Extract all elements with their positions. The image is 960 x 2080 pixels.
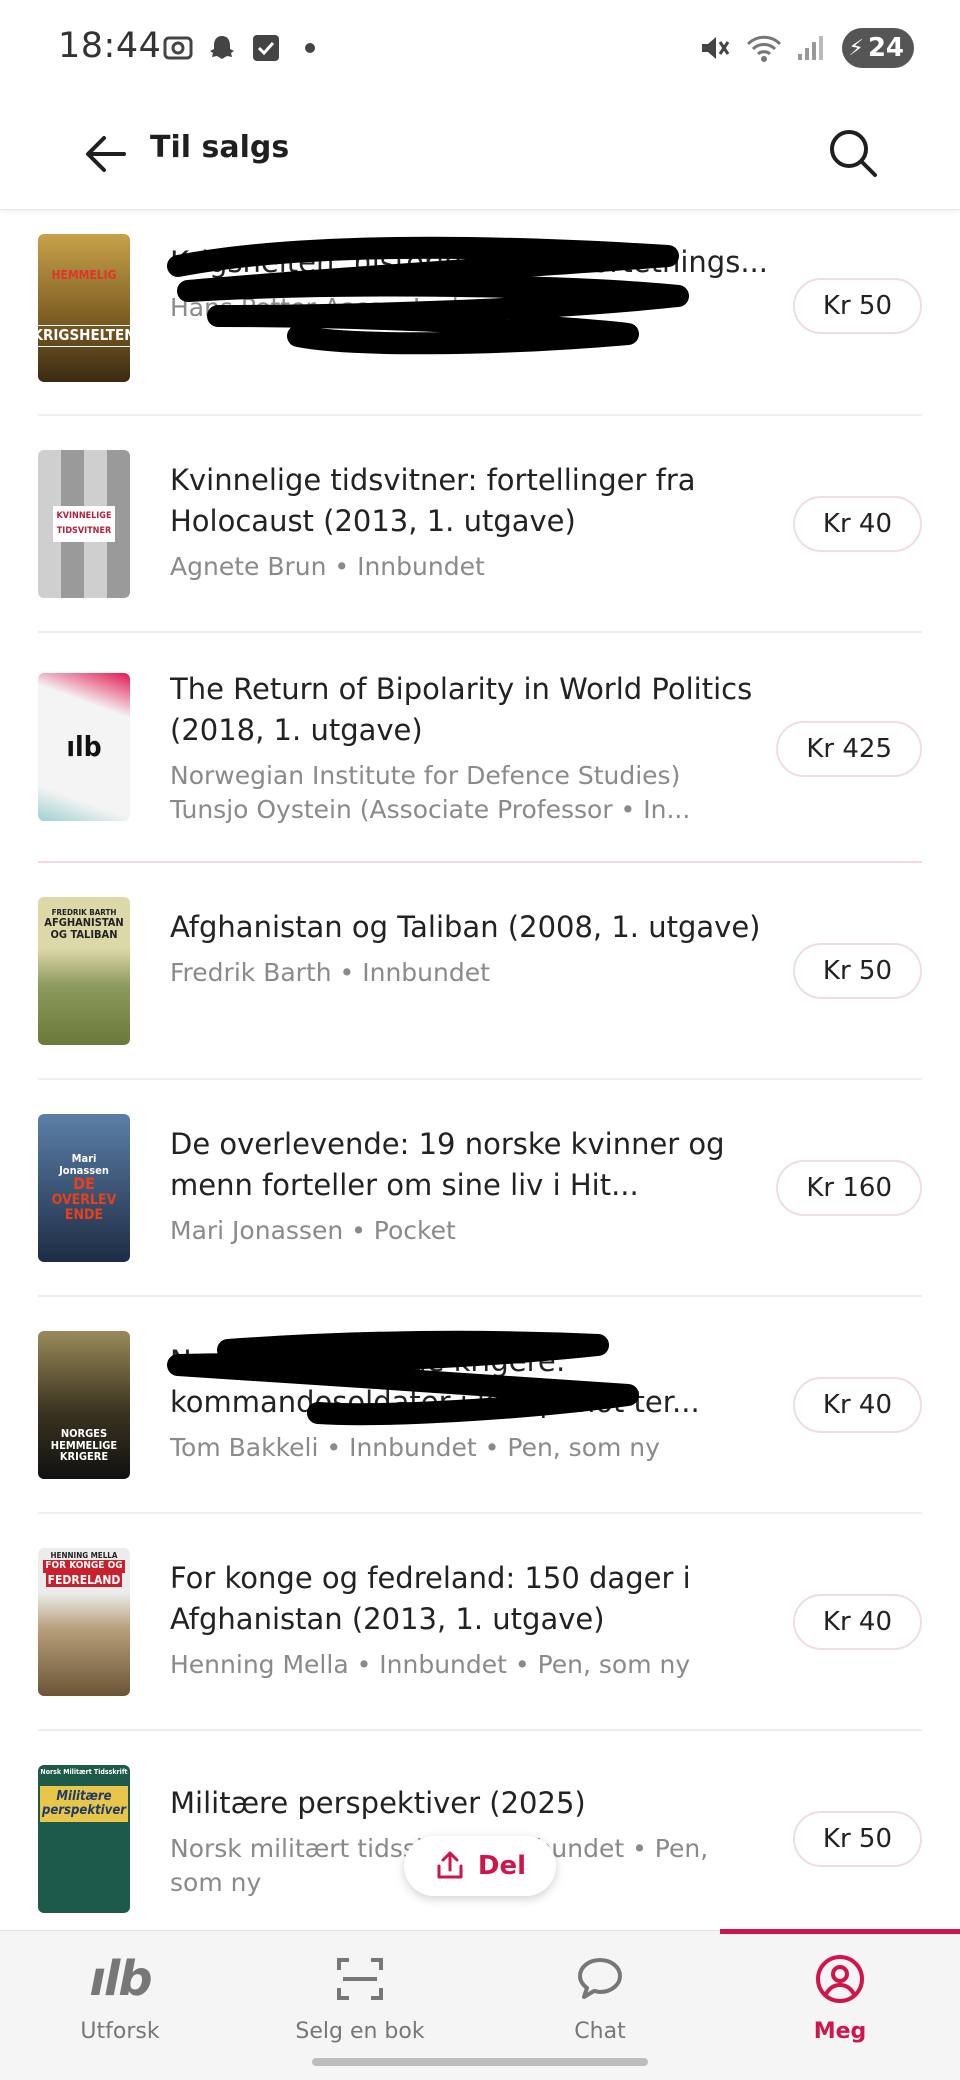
search-icon [830,130,877,177]
book-meta: Agnete Brun • Innbundet [170,552,485,581]
nav-label: Meg [813,2019,867,2044]
wifi-icon [746,32,782,64]
page-title: Til salgs [150,130,290,165]
price-badge[interactable]: Kr 40 [792,1594,922,1650]
cover-text: perspektiver [41,1802,127,1818]
book-meta: Tunsjo Oystein (Associate Professor • In… [170,795,691,824]
list-item[interactable]: FREDRIK BARTH AFGHANISTAN OG TALIBAN Afg… [38,863,922,1080]
list-item[interactable]: NORGES HEMMELIGE KRIGERE Norges hemmelig… [38,1297,922,1514]
cover-text: HENNING MELLA [50,1551,118,1560]
nav-label: Selg en bok [295,2019,425,2044]
checkbox-icon [250,32,282,64]
book-title: Norges hemmelige krigere: kommandosoldat… [170,1344,700,1419]
cover-text: FOR KONGE OG [43,1560,125,1573]
book-cover: FREDRIK BARTH AFGHANISTAN OG TALIBAN [38,897,130,1045]
battery-level: 24 [867,33,904,63]
screenshot-icon [162,32,194,64]
share-button[interactable]: Del [404,1836,556,1896]
signal-icon [794,32,826,64]
cover-text: ENDE [64,1206,104,1223]
list-item[interactable]: HEMMELIG KRIGSHELTEN Krigshelten: histor… [38,214,922,416]
book-cover: HEMMELIG KRIGSHELTEN [38,234,130,382]
book-cover: HENNING MELLA FOR KONGE OG FEDRELAND [38,1548,130,1696]
nav-item-meg[interactable]: Meg [720,1949,960,2059]
price-badge[interactable]: Kr 160 [776,1160,922,1216]
cover-text: TIDSVITNER [52,526,116,543]
book-title: The Return of Bipolarity in World Politi… [170,672,753,747]
status-icons-left [162,32,326,64]
book-title: Krigshelten: historien om ... fortetning… [170,245,768,279]
price-badge[interactable]: Kr 50 [792,278,922,334]
explore-logo-icon: ılb [89,1951,152,2007]
price-badge[interactable]: Kr 50 [792,1811,922,1867]
book-cover: ılb [38,673,130,821]
search-button[interactable] [820,120,886,186]
nav-active-indicator [720,1929,960,1934]
book-meta: Fredrik Barth • Innbundet [170,958,490,987]
book-title: Afghanistan og Taliban (2008, 1. utgave) [170,910,761,944]
price-badge[interactable]: Kr 40 [792,496,922,552]
cover-text: FEDRELAND [45,1572,123,1588]
nav-item-selg[interactable]: Selg en bok [240,1949,480,2059]
arrow-left-icon [86,136,126,172]
book-meta: Mari Jonassen • Pocket [170,1216,456,1245]
nav-label: Utforsk [80,2019,160,2044]
price-badge[interactable]: Kr 50 [792,943,922,999]
profile-icon [816,1955,864,2003]
share-icon [437,1851,463,1879]
bottom-nav: ılb Utforsk Selg en bok Chat Meg [0,1929,960,2080]
list-item[interactable]: KVINNELIGE TIDSVITNER Kvinnelige tidsvit… [38,416,922,633]
status-time: 18:44 [58,26,162,66]
book-meta: Tom Bakkeli • Innbundet • Pen, som ny [170,1433,660,1462]
book-title: Kvinnelige tidsvitner: fortellinger fra … [170,463,696,538]
price-badge[interactable]: Kr 40 [792,1377,922,1433]
cover-text: OG TALIBAN [50,927,118,941]
cover-text: Norsk Militært Tidsskrift [40,1768,128,1776]
scan-icon [337,1958,383,2000]
book-cover: NORGES HEMMELIGE KRIGERE [38,1331,130,1479]
book-meta: Hans Petter Aass • Innbundet [170,293,541,322]
book-meta: Norwegian Institute for Defence Studies) [170,761,681,790]
battery-icon: ⚡ 24 [842,28,914,68]
book-list: HEMMELIG KRIGSHELTEN Krigshelten: histor… [0,214,960,1948]
book-cover: KVINNELIGE TIDSVITNER [38,450,130,598]
mute-icon [698,32,730,64]
cover-text: KRIGSHELTEN [38,325,130,348]
book-cover: Norsk Militært Tidsskrift Militære persp… [38,1765,130,1913]
gesture-bar[interactable] [312,2058,648,2066]
status-bar: 18:44 ⚡ 24 [0,0,960,100]
cover-text: KVINNELIGE [52,505,116,527]
share-label: Del [477,1851,527,1881]
nav-item-chat[interactable]: Chat [480,1949,720,2059]
list-item[interactable]: HENNING MELLA FOR KONGE OG FEDRELAND For… [38,1514,922,1731]
nav-label: Chat [574,2019,626,2044]
book-cover: Mari Jonassen DE OVERLEV ENDE [38,1114,130,1262]
book-title: Militære perspektiver (2025) [170,1786,586,1820]
cover-text: DE [73,1174,95,1194]
book-meta: Henning Mella • Innbundet • Pen, som ny [170,1650,691,1679]
chat-bubble-icon [578,1958,622,1999]
snapchat-icon [206,32,238,64]
price-badge[interactable]: Kr 425 [776,721,922,777]
back-button[interactable] [76,124,136,184]
dot-icon [294,32,326,64]
list-item[interactable]: ılb The Return of Bipolarity in World Po… [38,633,922,863]
book-title: De overlevende: 19 norske kvinner og men… [170,1127,725,1202]
status-icons-right: ⚡ 24 [698,28,914,68]
list-item[interactable]: Mari Jonassen DE OVERLEV ENDE De overlev… [38,1080,922,1297]
cover-text: OVERLEV [51,1192,117,1209]
nav-item-utforsk[interactable]: ılb Utforsk [0,1949,240,2059]
cover-text: KRIGERE [59,1450,109,1464]
cover-text: ılb [66,730,102,764]
book-title: For konge og fedreland: 150 dager i Afgh… [170,1561,691,1636]
app-header: Til salgs [0,100,960,210]
